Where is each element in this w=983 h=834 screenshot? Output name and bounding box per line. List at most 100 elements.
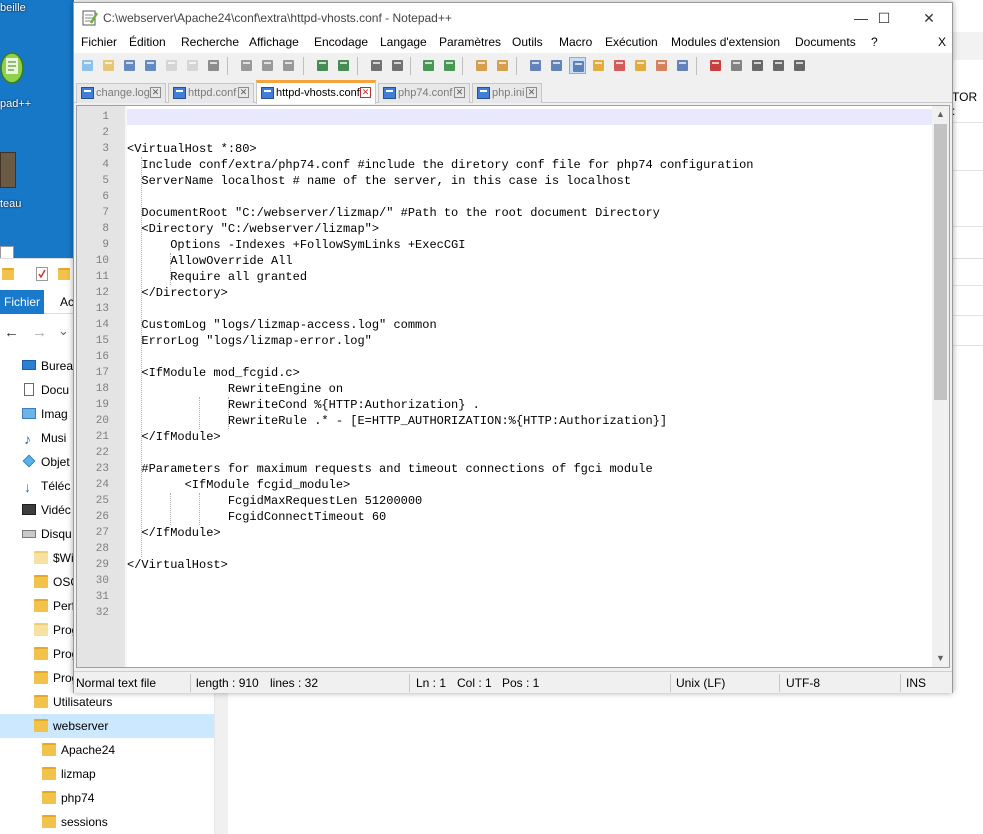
tab-label: httpd-vhosts.conf [276, 87, 360, 99]
close-icon[interactable] [163, 57, 180, 74]
sync-vertical-icon[interactable] [473, 57, 490, 74]
tree-item[interactable]: lizmap [0, 762, 214, 786]
tab-label: change.log [96, 87, 150, 99]
menu-item[interactable]: Macro [559, 35, 592, 49]
vertical-scrollbar[interactable]: ▲ ▼ [932, 106, 949, 667]
save-macro-icon[interactable] [791, 57, 808, 74]
open-file-icon[interactable] [100, 57, 117, 74]
separator [952, 170, 983, 171]
print-icon[interactable] [205, 57, 222, 74]
udl-icon[interactable] [590, 57, 607, 74]
menu-item[interactable]: Documents [795, 35, 856, 49]
title-bar[interactable]: C:\webserver\Apache24\conf\extra\httpd-v… [74, 3, 952, 33]
undo-icon[interactable] [314, 57, 331, 74]
tab-close-icon[interactable]: ✕ [454, 87, 465, 98]
function-list-icon[interactable] [632, 57, 649, 74]
menu-item[interactable]: Modules d'extension [671, 35, 780, 49]
sync-horizontal-icon[interactable] [494, 57, 511, 74]
play-macro-icon[interactable] [749, 57, 766, 74]
menu-item[interactable]: Édition [129, 35, 166, 49]
menu-item[interactable]: Langage [380, 35, 427, 49]
toolbar [74, 53, 952, 79]
text-area[interactable]: <VirtualHost *:80> Include conf/extra/ph… [127, 106, 933, 667]
tab-close-icon[interactable]: ✕ [150, 87, 161, 98]
record-macro-icon[interactable] [707, 57, 724, 74]
copy-icon[interactable] [259, 57, 276, 74]
zoom-out-icon[interactable] [441, 57, 458, 74]
monitoring-icon[interactable] [674, 57, 691, 74]
line-number: 18 [95, 383, 109, 395]
status-separator [779, 674, 780, 692]
back-button[interactable]: ← [4, 324, 19, 341]
properties-icon[interactable] [36, 267, 48, 281]
tab-httpd-conf[interactable]: httpd.conf ✕ [168, 83, 254, 103]
folder-as-workspace-icon[interactable] [653, 57, 670, 74]
menu-item[interactable]: Outils [512, 35, 543, 49]
line-number: 31 [95, 591, 109, 603]
tree-item[interactable]: Utilisateurs [0, 690, 214, 714]
tree-item[interactable]: php74 [0, 786, 214, 810]
editor[interactable]: 1 2 3 4 5 6 7 8 9 10 11 12 13 14 15 16 17 18 19 20 21 22 23 24 2… [76, 105, 950, 668]
replace-icon[interactable] [389, 57, 406, 74]
line-number: 5 [102, 175, 109, 187]
forward-button[interactable]: → [32, 324, 47, 341]
line-number: 1 [102, 111, 109, 123]
tab-close-icon[interactable]: ✕ [526, 87, 537, 98]
doc-map-icon[interactable] [611, 57, 628, 74]
code-line: <Directory "C:/webserver/lizmap"> [127, 222, 380, 236]
scrollbar-thumb[interactable] [934, 124, 947, 400]
tab-close-icon[interactable]: ✕ [360, 87, 371, 98]
tree-item-label: sessions [61, 815, 108, 829]
save-icon[interactable] [121, 57, 138, 74]
menu-item[interactable]: Fichier [81, 35, 117, 49]
toolbar-separator [303, 57, 304, 75]
notepadpp-shortcut-icon[interactable] [0, 46, 26, 86]
close-document-button[interactable]: X [938, 35, 946, 49]
folder-icon [42, 743, 56, 756]
close-button[interactable]: ✕ [906, 3, 952, 33]
tab-httpd-vhosts-conf[interactable]: httpd-vhosts.conf ✕ [256, 80, 376, 104]
image-shortcut-icon[interactable] [0, 152, 16, 188]
zoom-in-icon[interactable] [420, 57, 437, 74]
line-number: 25 [95, 495, 109, 507]
tree-item[interactable]: Apache24 [0, 738, 214, 762]
code-line: FcgidMaxRequestLen 51200000 [127, 494, 423, 508]
find-icon[interactable] [368, 57, 385, 74]
tree-item[interactable]: sessions [0, 810, 214, 834]
new-file-icon[interactable] [79, 57, 96, 74]
cut-icon[interactable] [238, 57, 255, 74]
stop-macro-icon[interactable] [728, 57, 745, 74]
menu-item[interactable]: Affichage [249, 35, 299, 49]
indent-guide-icon[interactable] [569, 57, 586, 74]
word-wrap-icon[interactable] [527, 57, 544, 74]
scroll-up-arrow[interactable]: ▲ [932, 106, 949, 123]
tab-php74-conf[interactable]: php74.conf ✕ [378, 83, 470, 103]
menu-item[interactable]: ? [871, 35, 878, 49]
tree-item[interactable]: webserver [0, 714, 214, 738]
desktop-icon-label: teau [0, 198, 22, 210]
redo-icon[interactable] [335, 57, 352, 74]
close-all-icon[interactable] [184, 57, 201, 74]
new-folder-icon[interactable] [58, 268, 70, 280]
ribbon-tab-file[interactable]: Fichier [0, 290, 44, 314]
tab-change-log[interactable]: change.log ✕ [76, 83, 166, 103]
menu-item[interactable]: Paramètres [439, 35, 501, 49]
maximize-button[interactable]: ☐ [861, 3, 907, 33]
line-number: 23 [95, 463, 109, 475]
tab-close-icon[interactable]: ✕ [238, 87, 249, 98]
recent-locations-button[interactable]: ⌄ [58, 323, 69, 339]
menu-item[interactable]: Recherche [181, 35, 239, 49]
menu-item[interactable]: Exécution [605, 35, 658, 49]
desktop: beille pad++ teau [0, 0, 74, 262]
code-line: CustomLog "logs/lizmap-access.log" commo… [127, 318, 437, 332]
quick-access-toolbar [0, 259, 74, 289]
paste-icon[interactable] [280, 57, 297, 74]
run-macro-multiple-icon[interactable] [770, 57, 787, 74]
scroll-down-arrow[interactable]: ▼ [932, 650, 949, 667]
folder-icon[interactable] [2, 268, 14, 280]
menu-item[interactable]: Encodage [314, 35, 368, 49]
tab-php-ini[interactable]: php.ini ✕ [472, 83, 542, 103]
show-all-chars-icon[interactable] [548, 57, 565, 74]
tree-item-label: Apache24 [61, 743, 116, 757]
save-all-icon[interactable] [142, 57, 159, 74]
